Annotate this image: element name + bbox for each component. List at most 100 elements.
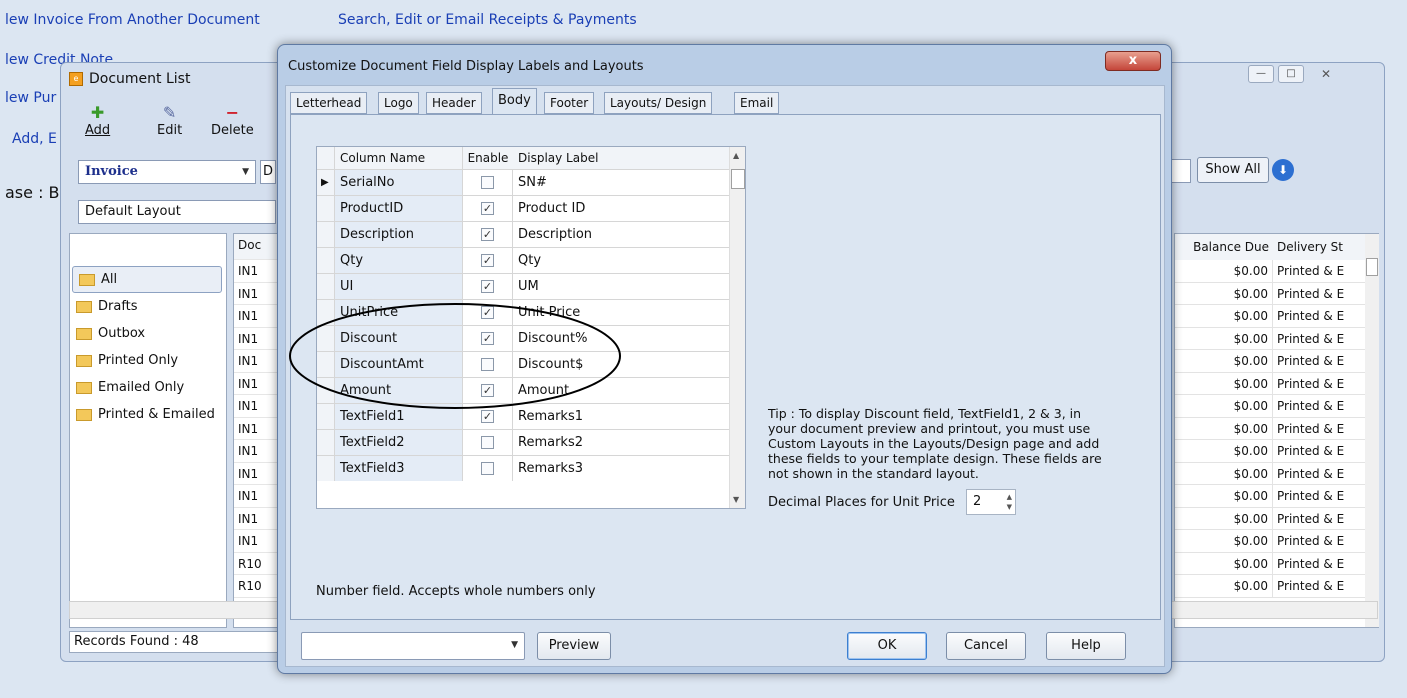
- list-item[interactable]: IN1: [234, 418, 277, 440]
- layout-select[interactable]: Default Layout: [78, 200, 276, 224]
- delete-button[interactable]: − Delete: [211, 103, 254, 138]
- table-row[interactable]: $0.00 Printed & E: [1175, 327, 1378, 350]
- folder-printed-only[interactable]: Printed Only: [70, 347, 226, 374]
- tab-footer[interactable]: Footer: [544, 92, 595, 114]
- current-row-indicator-icon[interactable]: ▶: [317, 170, 335, 195]
- list-item[interactable]: IN1: [234, 373, 277, 395]
- list-item[interactable]: IN1: [234, 440, 277, 463]
- edit-button[interactable]: ✎ Edit: [157, 103, 182, 138]
- tab-layouts-design[interactable]: Layouts/ Design: [604, 92, 713, 114]
- list-item[interactable]: R10: [234, 553, 277, 575]
- table-row[interactable]: $0.00 Printed & E: [1175, 575, 1378, 598]
- enable-checkbox[interactable]: [481, 436, 494, 449]
- close-icon[interactable]: x: [1105, 51, 1161, 71]
- right-scrollbar[interactable]: [1365, 234, 1379, 627]
- spin-arrows-icon[interactable]: ▲ ▼: [1007, 492, 1012, 512]
- table-row[interactable]: Qty ✓ Qty: [317, 247, 729, 273]
- scroll-down-icon[interactable]: ▼: [733, 495, 739, 504]
- display-label-cell[interactable]: Remarks3: [513, 456, 729, 481]
- maximize-icon[interactable]: □: [1278, 65, 1304, 83]
- table-row[interactable]: $0.00 Printed & E: [1175, 282, 1378, 305]
- row-selector[interactable]: [317, 196, 335, 221]
- row-selector[interactable]: [317, 248, 335, 273]
- tab-body[interactable]: Body: [492, 88, 537, 115]
- table-row[interactable]: ▶ SerialNo SN#: [317, 169, 729, 195]
- folder-outbox[interactable]: Outbox: [70, 320, 226, 347]
- new-invoice-from-document-link[interactable]: lew Invoice From Another Document: [5, 12, 260, 28]
- enable-checkbox[interactable]: ✓: [481, 254, 494, 267]
- table-row[interactable]: ProductID ✓ Product ID: [317, 195, 729, 221]
- row-selector[interactable]: [317, 274, 335, 299]
- list-item[interactable]: IN1: [234, 463, 277, 485]
- delivery-status-header[interactable]: Delivery St: [1273, 234, 1357, 260]
- ok-button[interactable]: OK: [847, 632, 927, 660]
- tab-letterhead[interactable]: Letterhead: [290, 92, 368, 114]
- table-row[interactable]: TextField3 Remarks3: [317, 455, 729, 481]
- table-row[interactable]: $0.00 Printed & E: [1175, 440, 1378, 463]
- close-window-icon[interactable]: ✕: [1321, 67, 1331, 81]
- table-row[interactable]: $0.00 Printed & E: [1175, 417, 1378, 440]
- new-purchase-link[interactable]: lew Pur: [5, 90, 56, 106]
- cancel-button[interactable]: Cancel: [946, 632, 1026, 660]
- balance-due-header[interactable]: Balance Due: [1175, 234, 1273, 260]
- list-item[interactable]: IN1: [234, 485, 277, 508]
- table-row[interactable]: $0.00 Printed & E: [1175, 462, 1378, 485]
- decimal-places-spinner[interactable]: 2 ▲ ▼: [966, 489, 1016, 515]
- document-type-select[interactable]: Invoice ▼: [78, 160, 256, 184]
- date-filter-select[interactable]: D: [260, 160, 276, 184]
- list-item[interactable]: IN1: [234, 508, 277, 530]
- enable-checkbox[interactable]: ✓: [481, 228, 494, 241]
- table-row[interactable]: $0.00 Printed & E: [1175, 530, 1378, 553]
- table-row[interactable]: $0.00 Printed & E: [1175, 350, 1378, 373]
- folder-all[interactable]: All: [72, 266, 222, 293]
- add-button[interactable]: ✚ Add: [85, 103, 110, 138]
- help-button[interactable]: Help: [1046, 632, 1126, 660]
- display-label-cell[interactable]: Product ID: [513, 196, 729, 221]
- table-row[interactable]: $0.00 Printed & E: [1175, 552, 1378, 575]
- tab-header[interactable]: Header: [426, 92, 482, 114]
- display-label-cell[interactable]: Qty: [513, 248, 729, 273]
- display-label-cell[interactable]: Description: [513, 222, 729, 247]
- download-arrow-icon[interactable]: ⬇: [1272, 159, 1294, 181]
- show-all-button[interactable]: Show All: [1197, 157, 1269, 183]
- search-receipts-link[interactable]: Search, Edit or Email Receipts & Payment…: [338, 12, 637, 28]
- folder-emailed-only[interactable]: Emailed Only: [70, 374, 226, 401]
- table-row[interactable]: $0.00 Printed & E: [1175, 305, 1378, 328]
- list-item[interactable]: IN1: [234, 260, 277, 283]
- row-selector[interactable]: [317, 430, 335, 455]
- preview-button[interactable]: Preview: [537, 632, 611, 660]
- display-label-cell[interactable]: UM: [513, 274, 729, 299]
- scroll-up-icon[interactable]: ▲: [733, 151, 739, 160]
- minimize-icon[interactable]: —: [1248, 65, 1274, 83]
- list-item[interactable]: IN1: [234, 350, 277, 373]
- list-item[interactable]: IN1: [234, 305, 277, 328]
- list-item[interactable]: IN1: [234, 328, 277, 350]
- grid-scrollbar[interactable]: ▲ ▼: [729, 147, 745, 508]
- display-label-cell[interactable]: Remarks2: [513, 430, 729, 455]
- table-row[interactable]: UI ✓ UM: [317, 273, 729, 299]
- table-row[interactable]: $0.00 Printed & E: [1175, 507, 1378, 530]
- folder-drafts[interactable]: Drafts: [70, 293, 226, 320]
- enable-checkbox[interactable]: ✓: [481, 202, 494, 215]
- table-row[interactable]: $0.00 Printed & E: [1175, 372, 1378, 395]
- list-item[interactable]: IN1: [234, 283, 277, 305]
- layout-dropdown[interactable]: ▼: [301, 632, 525, 660]
- enable-checkbox[interactable]: [481, 462, 494, 475]
- list-item[interactable]: IN1: [234, 395, 277, 418]
- table-row[interactable]: $0.00 Printed & E: [1175, 260, 1378, 283]
- tab-email[interactable]: Email: [734, 92, 780, 114]
- tab-logo[interactable]: Logo: [378, 92, 419, 114]
- row-selector[interactable]: [317, 456, 335, 481]
- add-edit-link[interactable]: Add, E: [12, 131, 57, 147]
- display-label-cell[interactable]: SN#: [513, 170, 729, 195]
- list-item[interactable]: R10: [234, 575, 277, 598]
- enable-checkbox[interactable]: [481, 176, 494, 189]
- list-item[interactable]: IN1: [234, 530, 277, 553]
- folder-printed-emailed[interactable]: Printed & Emailed: [70, 401, 226, 428]
- table-row[interactable]: $0.00 Printed & E: [1175, 485, 1378, 508]
- enable-checkbox[interactable]: ✓: [481, 280, 494, 293]
- row-selector[interactable]: [317, 222, 335, 247]
- table-row[interactable]: TextField2 Remarks2: [317, 429, 729, 455]
- table-row[interactable]: $0.00 Printed & E: [1175, 395, 1378, 418]
- table-row[interactable]: Description ✓ Description: [317, 221, 729, 247]
